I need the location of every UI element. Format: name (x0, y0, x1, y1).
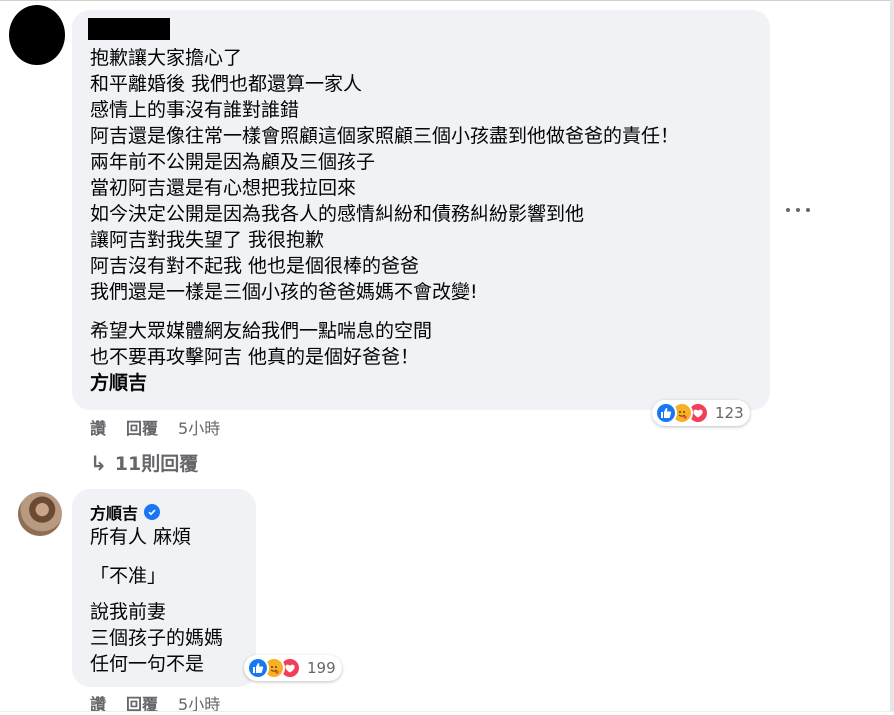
comment-text-line: 所有人 麻煩 (90, 526, 192, 548)
comment-text-line: 兩年前不公開是因為顧及三個孩子 (90, 151, 376, 173)
timestamp[interactable]: 5小時 (178, 415, 220, 439)
like-button[interactable]: 讚 (90, 415, 106, 439)
comment-author[interactable]: 方順吉 (90, 500, 161, 524)
reaction-summary[interactable]: 123 (652, 400, 750, 426)
author-name[interactable]: 方順吉 (90, 500, 138, 524)
avatar[interactable] (18, 492, 62, 536)
comment-text-line: 「不准」 (90, 565, 167, 587)
comment-bubble: 方順吉 所有人 麻煩 「不准」 說我前妻 三個孩子的媽媽 任何一句不是 (72, 489, 256, 687)
more-options-icon[interactable] (786, 202, 810, 218)
replies-label: 11則回覆 (114, 453, 199, 475)
reply-button[interactable]: 回覆 (126, 415, 158, 439)
comment-text-line: 說我前妻 (90, 601, 167, 623)
reply-arrow-icon: ↳ (90, 450, 107, 475)
window-top-border (0, 0, 894, 1)
reaction-count: 123 (715, 404, 744, 422)
avatar[interactable] (9, 5, 65, 65)
scrollbar-track[interactable] (890, 0, 894, 712)
comment-text-line: 抱歉讓大家擔心了 (90, 47, 243, 69)
comment-text-line: 讓阿吉對我失望了 我很抱歉 (90, 229, 325, 251)
comment-text-line: 感情上的事沒有誰對誰錯 (90, 99, 300, 121)
comment-text-line: 三個孩子的媽媽 (90, 627, 224, 649)
like-icon (655, 402, 677, 424)
view-replies-link[interactable]: ↳ 11則回覆 (90, 449, 198, 476)
comment-text-line: 當初阿吉還是有心想把我拉回來 (90, 177, 357, 199)
comment-bubble: 抱歉讓大家擔心了 和平離婚後 我們也都還算一家人 感情上的事沒有誰對誰錯 阿吉還… (72, 10, 770, 410)
reaction-summary[interactable]: 199 (244, 655, 342, 681)
reaction-count: 199 (307, 659, 336, 677)
comment-text-line: 阿吉沒有對不起我 他也是個很棒的爸爸 (90, 255, 420, 277)
comment-signature: 方順吉 (90, 372, 148, 394)
redacted-author-name (88, 18, 170, 40)
comment-text-line: 如今決定公開是因為我各人的感情糾紛和債務糾紛影響到他 (90, 203, 585, 225)
comment-text-line: 阿吉還是像往常一樣會照顧這個家照顧三個小孩盡到他做爸爸的責任！ (90, 125, 680, 147)
comment-text-line: 也不要再攻擊阿吉 他真的是個好爸爸！ (90, 346, 420, 368)
comment-text-line: 和平離婚後 我們也都還算一家人 (90, 73, 363, 95)
comment-text-line: 希望大眾媒體網友給我們一點喘息的空間 (90, 320, 433, 342)
comment-text-line: 我們還是一樣是三個小孩的爸爸媽媽不會改變! (90, 281, 478, 303)
comment-text-line: 任何一句不是 (90, 653, 205, 675)
verified-badge-icon (144, 504, 161, 520)
like-icon (247, 657, 269, 679)
comment-actions: 讚 回覆 5小時 (90, 415, 240, 439)
